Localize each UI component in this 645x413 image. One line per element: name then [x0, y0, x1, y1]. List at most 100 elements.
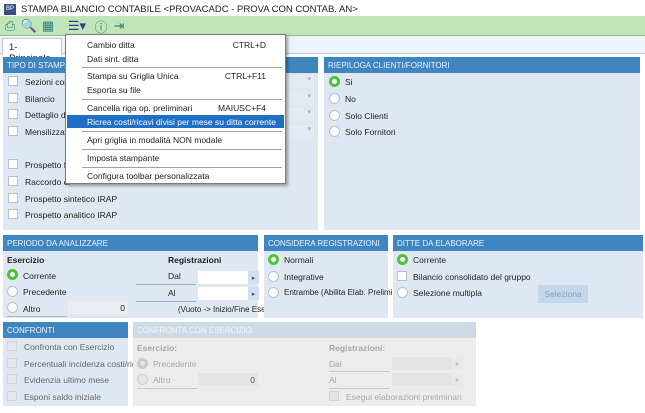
menu-item-label: Apri griglia in modalità NON modale — [87, 135, 223, 145]
radio-no[interactable] — [329, 93, 340, 104]
checkbox[interactable] — [8, 209, 18, 219]
menu-item-apri-griglia[interactable]: Apri griglia in modalità NON modale — [67, 133, 284, 146]
checkbox[interactable] — [8, 126, 18, 136]
toolbar-dropdown-menu: Cambio ditta CTRL+D Dati sint. ditta Stam… — [65, 34, 286, 184]
app-logo-icon: BP — [4, 3, 16, 15]
checkbox[interactable] — [8, 109, 18, 119]
checkbox[interactable] — [8, 76, 18, 86]
exit-icon[interactable]: ⇥ — [111, 18, 127, 34]
dal-label: Dal — [329, 359, 342, 369]
radio-precedente[interactable] — [7, 286, 18, 297]
menu-item-label: Ricrea costi/ricavi divisi per mese su d… — [87, 117, 276, 127]
checkbox-label: Bilancio — [25, 94, 55, 104]
radio-label: Corrente — [23, 271, 57, 281]
help-icon[interactable]: ⓘ — [93, 18, 109, 35]
checkbox[interactable] — [7, 391, 17, 401]
menu-item-label: Configura toolbar personalizzata — [87, 171, 210, 181]
checkbox-label: Prospetto fi — [25, 160, 68, 170]
menu-item-label: Stampa su Griglia Unica — [87, 71, 179, 81]
toolbar: ⎙ 🔍 ▦ ☰▾ ⓘ ⇥ — [0, 16, 645, 36]
altro-input[interactable]: 0 — [68, 301, 128, 314]
menu-item-label: Cambio ditta — [87, 40, 135, 50]
menu-item-dati-sint-ditta[interactable]: Dati sint. ditta — [67, 52, 284, 65]
dal-picker-button[interactable]: ▸ — [452, 357, 463, 370]
checkbox[interactable] — [8, 176, 18, 186]
radio-label: Precedente — [23, 287, 67, 297]
menu-separator — [82, 167, 282, 168]
esercizio-label: Esercizio — [7, 255, 45, 265]
radio-label: Entrambe (Abilita Elab. Preliminari) — [284, 288, 409, 297]
radio-label: Corrente — [413, 255, 447, 265]
menu-item-configura-toolbar[interactable]: Configura toolbar personalizzata — [67, 169, 284, 182]
radio-corrente[interactable] — [397, 254, 408, 265]
dal-label: Dal — [168, 271, 181, 281]
panel-header: CONFRONTI — [3, 322, 128, 338]
radio-integrative[interactable] — [268, 271, 279, 282]
checkbox[interactable] — [7, 358, 17, 368]
radio-altro[interactable] — [7, 302, 18, 313]
menu-item-label: Dati sint. ditta — [87, 54, 139, 64]
menu-item-ricrea-costi-ricavi[interactable]: Ricrea costi/ricavi divisi per mese su d… — [67, 115, 284, 128]
al-picker-button[interactable]: ▸ — [452, 373, 463, 386]
print-icon[interactable]: ⎙ — [2, 18, 18, 34]
panel-header: CONFRONTA CON ESERCIZIO — [133, 322, 476, 338]
confronti-panel: CONFRONTI Confronta con Esercizio Percen… — [3, 322, 147, 406]
menu-item-esporta[interactable]: Esporta su file — [67, 83, 284, 96]
preliminari-checkbox[interactable] — [329, 391, 339, 401]
panel-header: DITTE DA ELABORARE — [393, 235, 643, 251]
dal-input[interactable] — [198, 271, 248, 284]
ditte-panel: DITTE DA ELABORARE Corrente Bilancio con… — [393, 235, 643, 318]
radio-solo-clienti[interactable] — [329, 110, 340, 121]
checkbox[interactable] — [8, 159, 18, 169]
radio-normali[interactable] — [268, 254, 279, 265]
underline — [7, 316, 67, 317]
menu-item-label: Esporta su file — [87, 85, 141, 95]
al-input[interactable] — [392, 373, 452, 386]
menu-item-shortcut: MAIUSC+F4 — [218, 103, 266, 113]
checkbox-label: Esegui elaborazioni preliminari — [346, 392, 462, 402]
menu-item-cancella-riga[interactable]: Cancella riga op. preliminari MAIUSC+F4 — [67, 101, 284, 114]
menu-item-stampa-griglia[interactable]: Stampa su Griglia Unica CTRL+F11 — [67, 69, 284, 82]
riepiloga-panel: RIEPILOGA CLIENTI/FORNITORI Si No Solo C… — [324, 57, 640, 230]
checkbox-label: Bilancio consolidato del gruppo — [413, 272, 531, 282]
print-preview-icon[interactable]: 🔍 — [21, 18, 37, 34]
checkbox-label: Raccordo ci — [25, 177, 70, 187]
checkbox-label: Evidenzia ultimo mese — [24, 375, 110, 385]
al-picker-button[interactable]: ▸ — [248, 287, 259, 300]
checkbox[interactable] — [8, 193, 18, 203]
registrazioni-label: Registrazioni: — [329, 343, 386, 353]
radio-precedente[interactable] — [137, 358, 148, 369]
radio-selezione-multipla[interactable] — [397, 287, 408, 298]
underline — [329, 388, 389, 389]
dal-picker-button[interactable]: ▸ — [248, 271, 259, 284]
radio-label: Integrative — [284, 272, 324, 282]
checkbox-label: Percentuali incidenza costi/ricavi — [24, 359, 147, 369]
checkbox[interactable] — [8, 93, 18, 103]
checkbox-label: Dettaglio di — [25, 110, 68, 120]
radio-altro[interactable] — [137, 374, 148, 385]
esercizio-label: Esercizio: — [137, 343, 178, 353]
underline — [137, 388, 197, 389]
menu-item-imposta-stampante[interactable]: Imposta stampante — [67, 151, 284, 164]
checkbox[interactable] — [7, 374, 17, 384]
checkbox-label: Prospetto analitico IRAP — [25, 210, 118, 220]
al-input[interactable] — [198, 287, 248, 300]
menu-separator — [82, 67, 282, 68]
menu-item-cambio-ditta[interactable]: Cambio ditta CTRL+D — [67, 38, 284, 51]
dal-input[interactable] — [392, 357, 452, 370]
radio-label: Solo Clienti — [345, 111, 388, 121]
radio-label: Solo Fornitori — [345, 127, 396, 137]
checkbox[interactable] — [7, 341, 17, 351]
radio-entrambe[interactable] — [268, 287, 279, 298]
radio-solo-fornitori[interactable] — [329, 126, 340, 137]
grid-icon[interactable]: ▦ — [40, 18, 56, 34]
radio-label: Precedente — [153, 359, 197, 369]
tab-principale[interactable]: 1- Principale — [2, 38, 62, 64]
menu-icon[interactable]: ☰▾ — [66, 18, 88, 34]
consolidato-checkbox[interactable] — [397, 271, 407, 281]
radio-corrente[interactable] — [7, 269, 18, 280]
seleziona-button[interactable]: Seleziona — [538, 285, 588, 303]
altro-input[interactable]: 0 — [198, 373, 258, 386]
window-title: STAMPA BILANCIO CONTABILE <PROVACADC - P… — [21, 3, 358, 15]
radio-si[interactable] — [329, 76, 340, 87]
